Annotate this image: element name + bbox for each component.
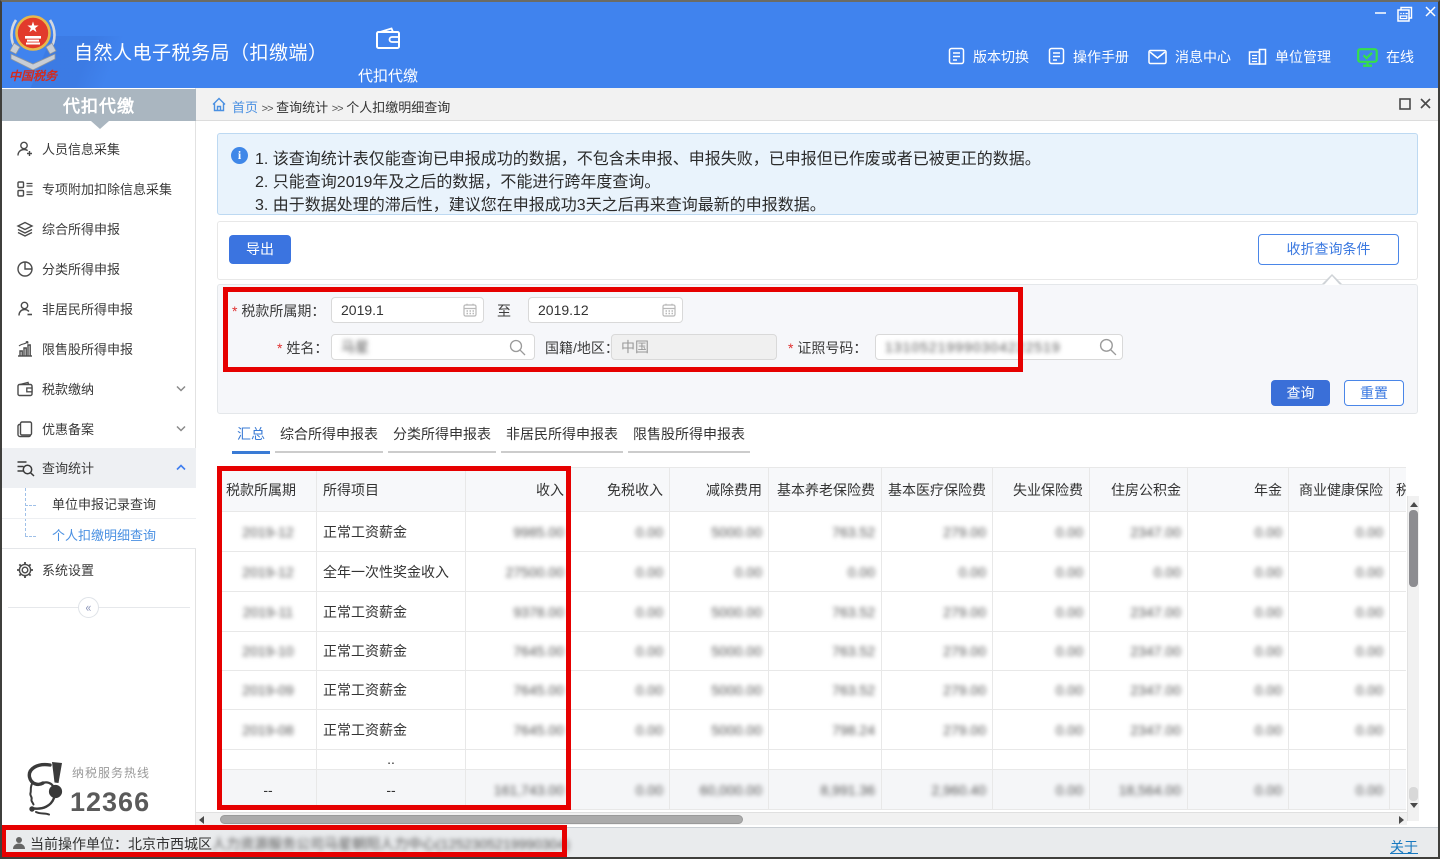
svg-text:中国税务: 中国税务 [9, 69, 58, 83]
